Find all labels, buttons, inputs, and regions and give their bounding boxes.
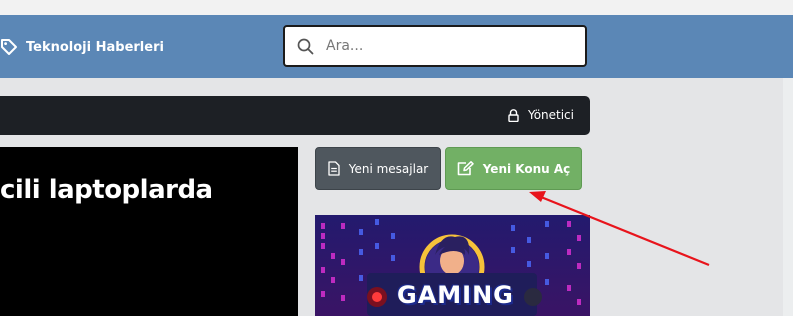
admin-bar: Yönetici [0,96,590,135]
search-box[interactable] [283,25,587,67]
page-edge [783,78,793,316]
admin-label: Yönetici [527,108,574,122]
site-title: Teknoloji Haberleri [26,39,164,55]
banner-text: GAMING [397,281,514,309]
gaming-banner[interactable]: GAMING [315,215,590,316]
admin-link[interactable]: Yönetici [508,108,574,122]
top-strip [0,0,793,15]
hero-title[interactable]: cili laptoplarda [0,175,213,205]
hero-image[interactable] [0,147,298,316]
new-topic-button[interactable]: Yeni Konu Aç [445,147,582,190]
new-topic-label: Yeni Konu Aç [482,161,571,176]
lock-icon [508,108,519,122]
tag-icon [1,39,17,55]
new-messages-button[interactable]: Yeni mesajlar [315,147,441,190]
search-input[interactable] [324,37,568,55]
site-brand-link[interactable]: Teknoloji Haberleri [0,36,164,58]
document-icon [328,161,340,176]
search-icon [297,38,314,54]
new-messages-label: Yeni mesajlar [348,161,429,176]
edit-icon [457,161,474,176]
